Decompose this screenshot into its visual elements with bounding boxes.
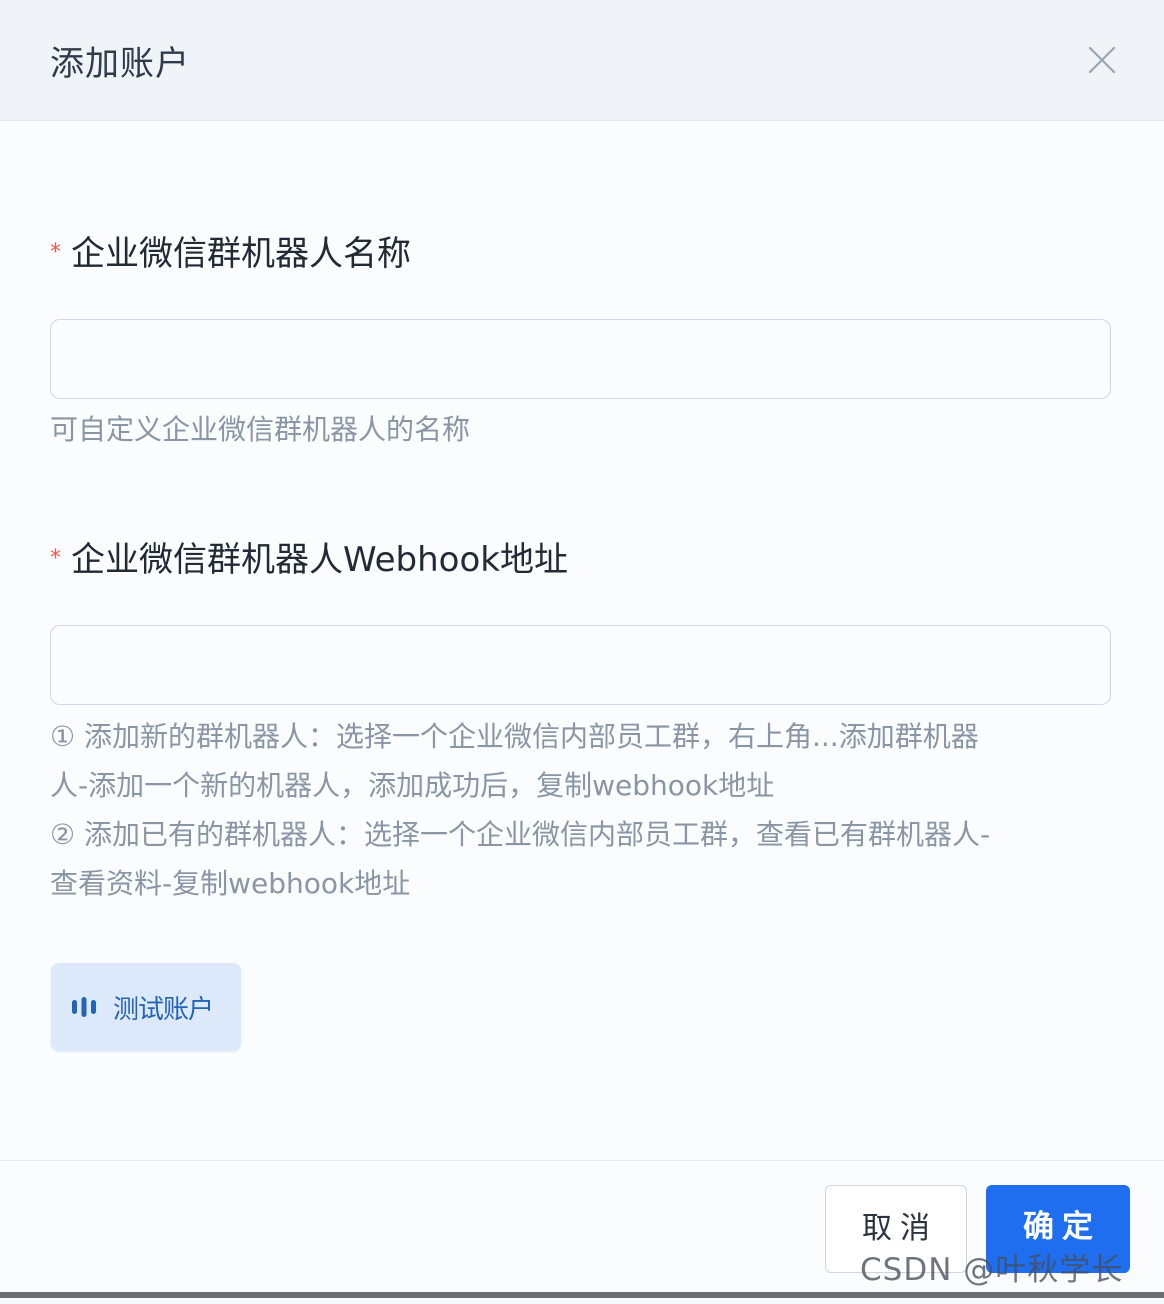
help-line: 人-添加一个新的机器人，添加成功后，复制webhook地址 — [50, 769, 775, 802]
required-mark: * — [50, 546, 61, 571]
dialog-title: 添加账户 — [50, 44, 190, 84]
footer-divider — [0, 1160, 1164, 1161]
webhook-help-text: ① 添加新的群机器人：选择一个企业微信内部员工群，右上角...添加群机器 人-添… — [50, 712, 1120, 908]
add-account-dialog: 添加账户 * 企业微信群机器人名称 可自定义企业微信群机器人的名称 * 企业微信… — [0, 0, 1164, 1298]
help-line: ① 添加新的群机器人：选择一个企业微信内部员工群，右上角...添加群机器 — [50, 720, 979, 753]
webhook-url-label: * 企业微信群机器人Webhook地址 — [50, 532, 568, 581]
test-account-label: 测试账户 — [113, 994, 214, 1025]
webhook-url-label-text: 企业微信群机器人Webhook地址 — [71, 540, 568, 580]
robot-name-label-text: 企业微信群机器人名称 — [71, 234, 411, 274]
help-line: ② 添加已有的群机器人：选择一个企业微信内部员工群，查看已有群机器人- — [50, 818, 991, 851]
close-button[interactable] — [1086, 44, 1118, 76]
required-mark: * — [50, 240, 61, 265]
signal-bars-icon — [72, 997, 96, 1017]
robot-name-hint: 可自定义企业微信群机器人的名称 — [50, 413, 471, 446]
confirm-button[interactable]: 确定 — [986, 1185, 1130, 1273]
cancel-button[interactable]: 取消 — [825, 1185, 967, 1273]
robot-name-label: * 企业微信群机器人名称 — [50, 226, 411, 275]
dialog-header: 添加账户 — [0, 0, 1164, 121]
webhook-url-input[interactable] — [50, 625, 1111, 705]
test-account-button[interactable]: 测试账户 — [51, 963, 241, 1051]
help-line: 查看资料-复制webhook地址 — [50, 867, 411, 900]
close-icon — [1088, 46, 1116, 74]
robot-name-input[interactable] — [50, 319, 1111, 399]
